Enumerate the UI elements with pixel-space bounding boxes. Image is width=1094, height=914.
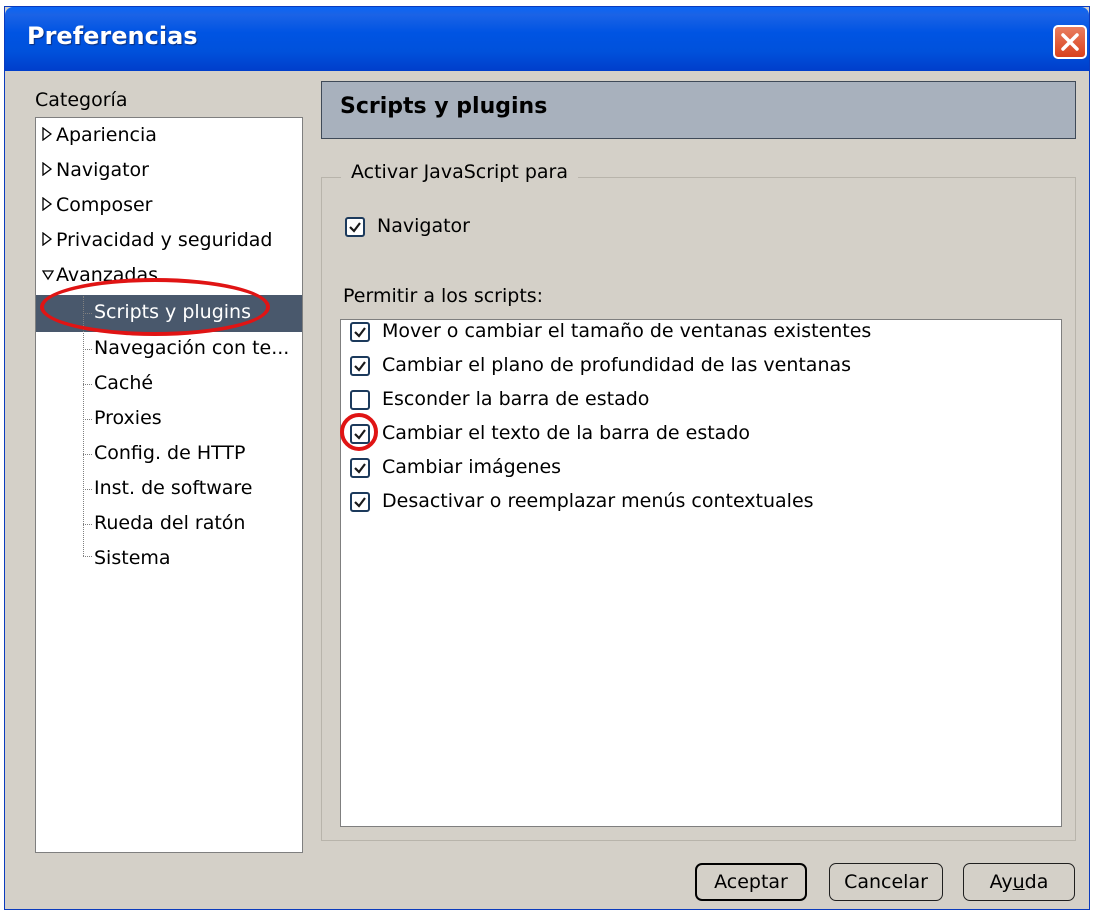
close-icon — [1061, 33, 1079, 51]
sidebar-item-label: Apariencia — [56, 124, 157, 146]
sidebar-item-label: Proxies — [94, 407, 162, 429]
tree-guide — [83, 419, 92, 420]
permission-checkbox[interactable] — [350, 356, 370, 376]
tree-guide — [83, 489, 92, 490]
help-button[interactable]: Ayuda — [963, 863, 1075, 901]
checkmark-icon — [354, 327, 366, 338]
permit-scripts-label: Permitir a los scripts: — [343, 285, 544, 307]
preferences-dialog: Preferencias Categoría Apariencia Naviga… — [4, 6, 1090, 910]
sidebar-item-label: Navegación con te... — [94, 337, 290, 359]
sidebar-item-inst-software[interactable]: Inst. de software — [94, 471, 252, 506]
sidebar-item-label: Config. de HTTP — [94, 442, 246, 464]
permission-checkbox[interactable] — [350, 492, 370, 512]
category-tree[interactable]: Apariencia Navigator Composer Privacidad… — [35, 117, 303, 853]
checkmark-icon — [354, 497, 366, 508]
sidebar-item-label: Composer — [56, 194, 153, 216]
help-label-mnemonic: u — [1012, 871, 1025, 893]
sidebar-item-cache[interactable]: Caché — [94, 366, 153, 401]
sidebar-item-label: Privacidad y seguridad — [56, 229, 273, 251]
triangle-down-icon — [41, 258, 55, 293]
help-label-pre: Ay — [989, 871, 1013, 893]
ok-button-label: Aceptar — [714, 871, 788, 893]
cancel-button-label: Cancelar — [844, 871, 928, 893]
help-label-post: da — [1024, 871, 1049, 893]
sidebar-item-privacidad[interactable]: Privacidad y seguridad — [42, 223, 272, 258]
tree-guide — [83, 454, 92, 455]
javascript-group-label: Activar JavaScript para — [341, 161, 579, 183]
ok-button[interactable]: Aceptar — [695, 863, 807, 901]
permission-checkbox[interactable] — [350, 390, 370, 410]
tree-guide — [83, 524, 92, 525]
sidebar-item-label: Rueda del ratón — [94, 512, 246, 534]
tree-guide — [83, 296, 84, 556]
triangle-right-icon — [42, 223, 53, 258]
sidebar-item-label: Navigator — [56, 159, 149, 181]
checkmark-icon — [349, 222, 361, 233]
cancel-button[interactable]: Cancelar — [829, 863, 943, 901]
sidebar-item-config-http[interactable]: Config. de HTTP — [94, 436, 245, 471]
window-title: Preferencias — [27, 22, 198, 50]
title-bar[interactable]: Preferencias — [5, 7, 1089, 71]
navigator-checkbox-label[interactable]: Navigator — [377, 215, 470, 237]
sidebar-item-proxies[interactable]: Proxies — [94, 401, 162, 436]
permission-label[interactable]: Cambiar el texto de la barra de estado — [382, 422, 750, 444]
permission-label[interactable]: Mover o cambiar el tamaño de ventanas ex… — [382, 320, 871, 342]
sidebar-item-label: Sistema — [94, 547, 171, 569]
sidebar-item-sistema[interactable]: Sistema — [94, 541, 171, 576]
tree-guide — [83, 384, 92, 385]
annotation-circle — [340, 413, 378, 451]
sidebar-item-label: Inst. de software — [94, 477, 253, 499]
tree-guide — [83, 556, 92, 557]
triangle-right-icon — [42, 188, 53, 223]
checkmark-icon — [354, 361, 366, 372]
sidebar-item-apariencia[interactable]: Apariencia — [42, 118, 157, 153]
checkmark-icon — [354, 463, 366, 474]
permission-label[interactable]: Esconder la barra de estado — [382, 388, 649, 410]
sidebar-item-navegacion[interactable]: Navegación con te... — [94, 331, 289, 366]
sidebar-item-composer[interactable]: Composer — [42, 188, 152, 223]
sidebar-item-label: Caché — [94, 372, 154, 394]
annotation-ellipse — [40, 278, 270, 336]
panel-title: Scripts y plugins — [340, 94, 548, 119]
permission-checkbox[interactable] — [350, 322, 370, 342]
permission-label[interactable]: Cambiar imágenes — [382, 456, 561, 478]
sidebar-item-navigator[interactable]: Navigator — [42, 153, 149, 188]
close-button[interactable] — [1053, 25, 1087, 59]
permission-checkbox[interactable] — [350, 458, 370, 478]
tree-guide — [83, 349, 92, 350]
panel-header: Scripts y plugins — [321, 81, 1076, 139]
triangle-right-icon — [42, 153, 53, 188]
category-label: Categoría — [35, 89, 128, 111]
permission-label[interactable]: Desactivar o reemplazar menús contextual… — [382, 490, 814, 512]
permission-label[interactable]: Cambiar el plano de profundidad de las v… — [382, 354, 851, 376]
navigator-checkbox[interactable] — [345, 217, 365, 237]
sidebar-item-rueda-raton[interactable]: Rueda del ratón — [94, 506, 245, 541]
triangle-right-icon — [42, 118, 53, 153]
